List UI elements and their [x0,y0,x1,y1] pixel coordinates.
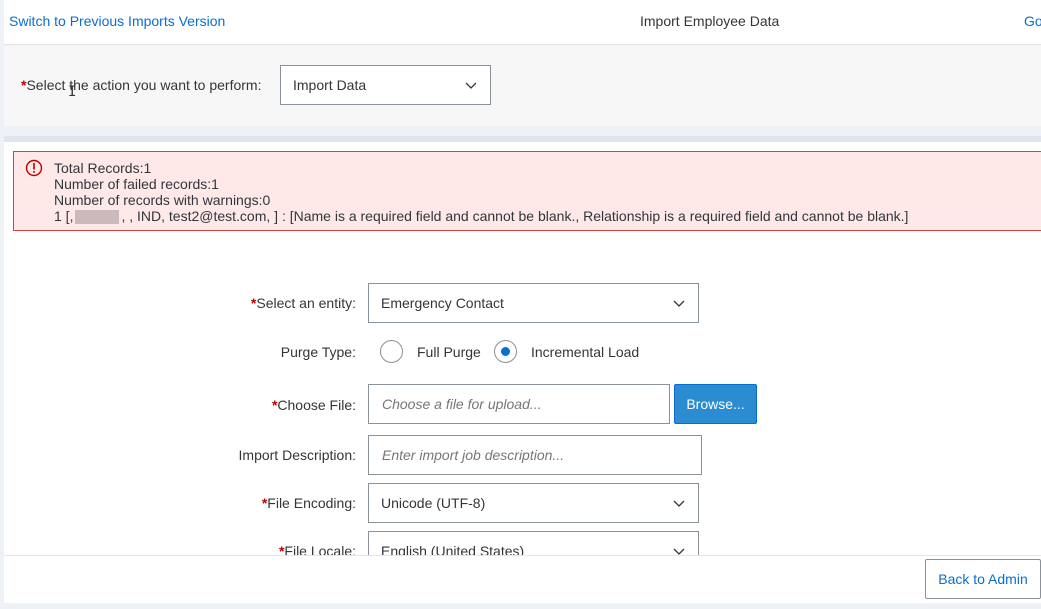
error-icon [25,159,43,177]
incremental-load-radio[interactable] [494,340,517,363]
chevron-down-icon [673,300,685,307]
radio-selected-dot [501,347,510,356]
entity-label-text: Select an entity: [256,295,356,311]
file-encoding-value: Unicode (UTF-8) [381,495,486,511]
go-link[interactable]: Go [1024,13,1041,29]
error-total-records: Total Records:1 [54,160,152,176]
import-description-input[interactable]: Enter import job description... [368,435,702,475]
error-detail-prefix: 1 [, [54,208,74,224]
error-message-strip: Total Records:1 Number of failed records… [13,151,1041,231]
full-purge-label[interactable]: Full Purge [417,344,481,360]
file-encoding-label: *File Encoding: [262,495,356,511]
text-cursor-icon: I [68,84,77,100]
error-detail-suffix: , , IND, test2@test.com, ] : [Name is a … [121,208,909,224]
purge-type-label: Purge Type: [280,344,356,360]
back-to-admin-button[interactable]: Back to Admin [925,559,1041,599]
chevron-down-icon [673,500,685,507]
import-description-placeholder: Enter import job description... [382,447,565,463]
action-label-text: Select the action you want to perform: [26,77,262,93]
incremental-load-label[interactable]: Incremental Load [531,344,639,360]
entity-label: *Select an entity: [251,295,356,311]
browse-button[interactable]: Browse... [674,384,757,424]
redacted-value [75,210,120,225]
action-label: *Select the action you want to perform: [21,77,261,93]
error-warning-records: Number of records with warnings:0 [54,192,271,208]
footer-bar [4,555,1041,603]
file-upload-input[interactable]: Choose a file for upload... [368,384,670,424]
action-bar: *Select the action you want to perform: … [4,46,1041,126]
error-lines: Total Records:1 Number of failed records… [54,160,909,225]
page-title: Import Employee Data [640,13,780,29]
switch-previous-version-link[interactable]: Switch to Previous Imports Version [9,13,225,29]
error-detail-line: 1 [, , , IND, test2@test.com, ] : [Name i… [54,208,909,225]
file-encoding-select[interactable]: Unicode (UTF-8) [368,483,699,523]
action-select-value: Import Data [293,77,367,93]
choose-file-label-text: Choose File: [277,397,356,413]
file-encoding-label-text: File Encoding: [267,495,356,511]
full-purge-radio[interactable] [380,340,403,363]
top-bar: Switch to Previous Imports Version Impor… [4,0,1041,45]
error-failed-records: Number of failed records:1 [54,176,219,192]
import-description-label: Import Description: [238,447,356,463]
entity-select[interactable]: Emergency Contact [368,283,699,323]
file-upload-placeholder: Choose a file for upload... [382,396,542,412]
chevron-down-icon [465,82,477,89]
choose-file-label: *Choose File: [272,397,356,413]
action-select[interactable]: Import Data [280,65,491,105]
entity-select-value: Emergency Contact [381,295,504,311]
